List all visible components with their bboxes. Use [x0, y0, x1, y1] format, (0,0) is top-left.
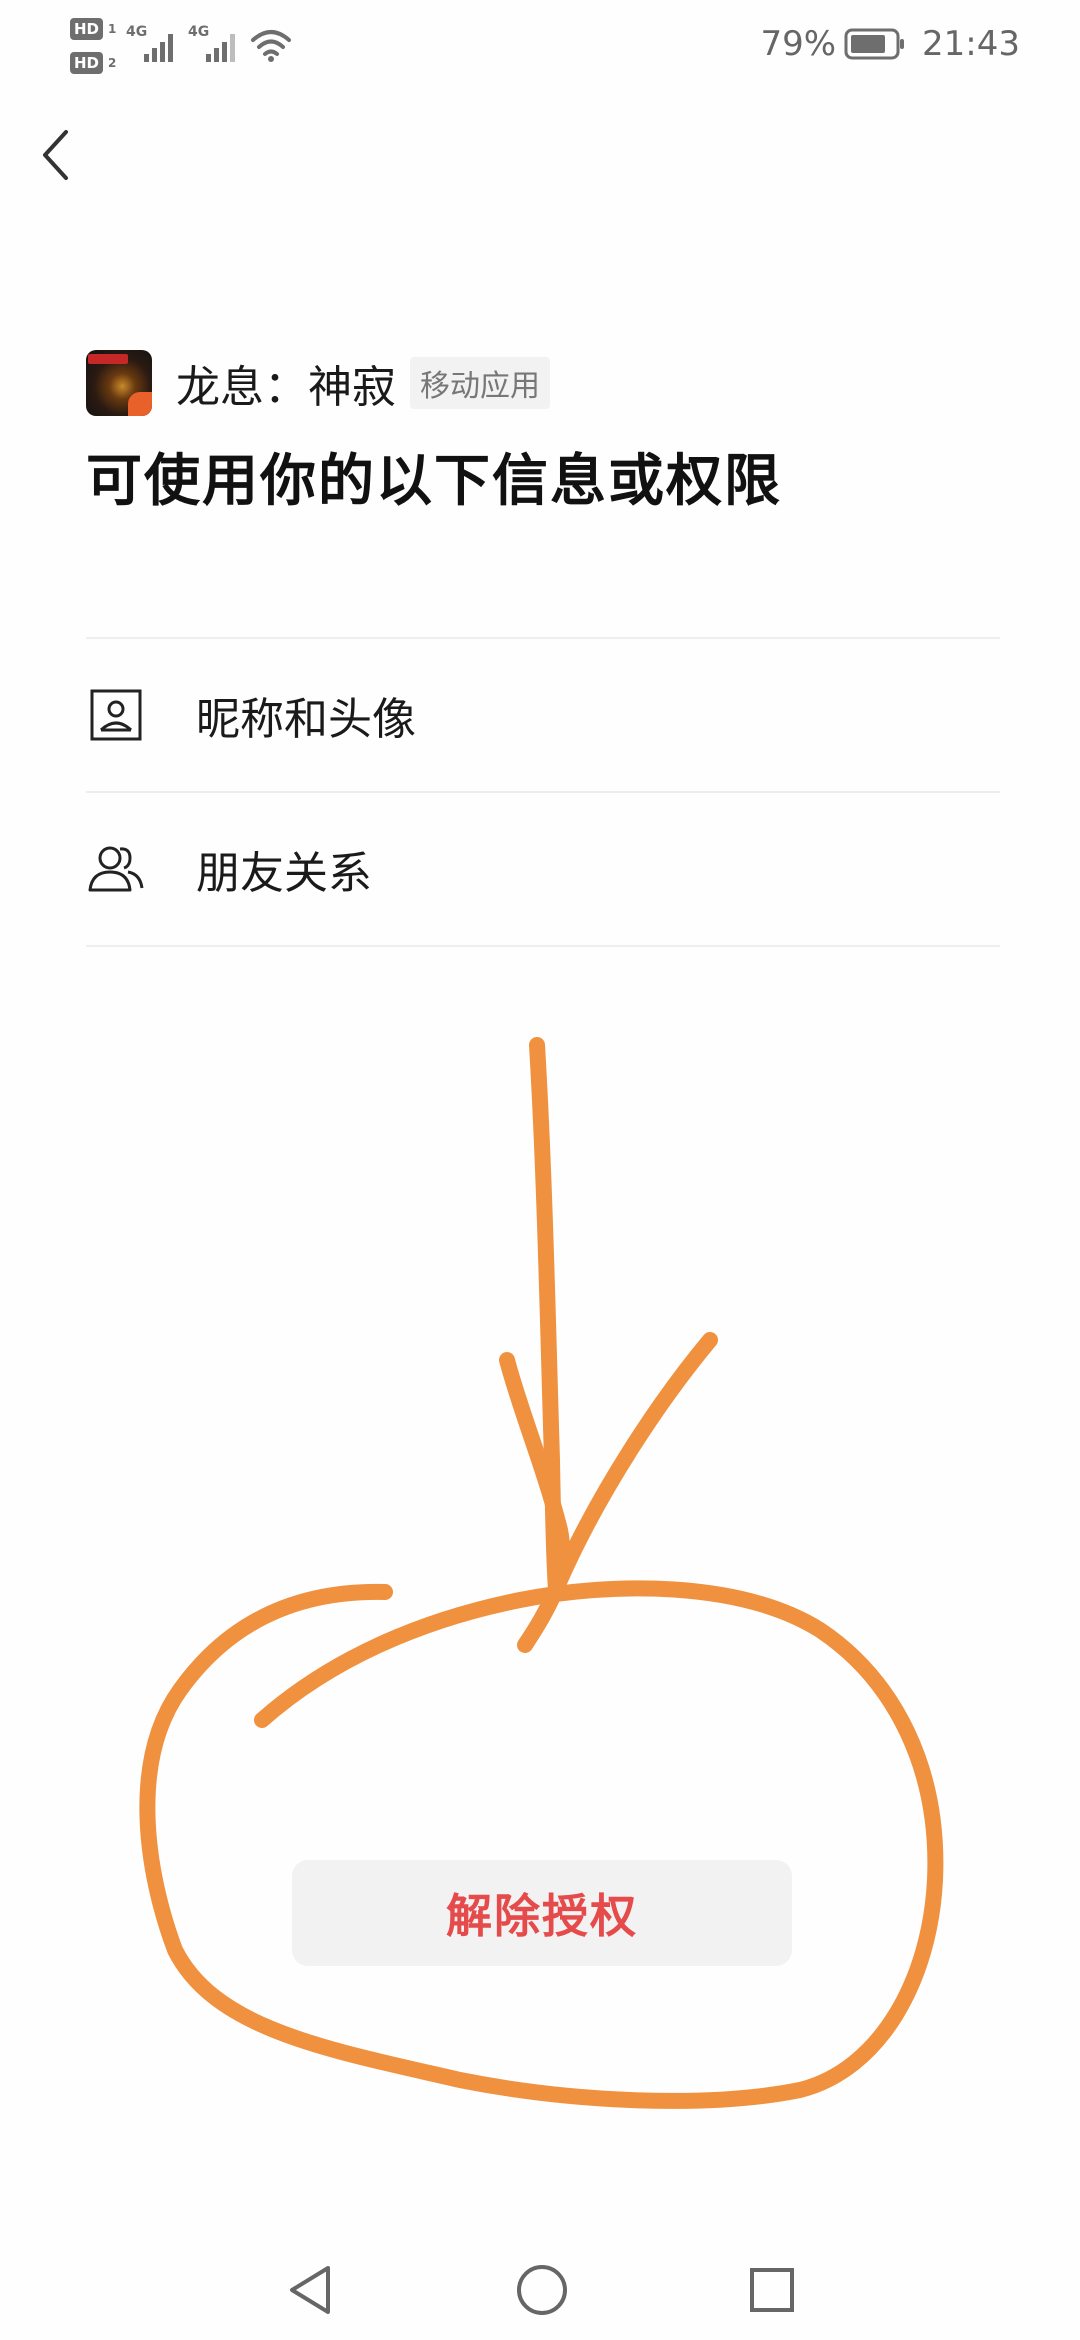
revoke-authorization-button[interactable]: 解除授权 — [292, 1860, 792, 1966]
sim2-number: 2 — [108, 56, 117, 70]
chevron-left-icon — [43, 130, 68, 180]
app-name: 龙息：神寂 — [176, 362, 396, 413]
annotation-arrow-left-head — [499, 1352, 571, 1598]
permission-item-nickname-avatar[interactable]: 昵称和头像 — [86, 639, 1000, 793]
app-header: 龙息：神寂 移动应用 — [86, 350, 550, 416]
home-circle-icon — [517, 2265, 567, 2315]
page-title: 可使用你的以下信息或权限 — [86, 449, 782, 514]
wifi-icon — [251, 30, 291, 62]
back-triangle-icon — [290, 2266, 330, 2314]
battery-icon — [844, 28, 905, 60]
sim1-hd-badge: HD — [70, 18, 104, 40]
id-card-icon — [86, 685, 146, 745]
sim2-hd-badge: HD — [70, 52, 104, 74]
app-icon-corner — [128, 392, 152, 416]
back-button[interactable] — [30, 120, 80, 190]
signal-icon — [144, 34, 173, 62]
sim1-number: 1 — [108, 22, 117, 36]
permission-item-friends[interactable]: 朋友关系 — [86, 793, 1000, 947]
permission-label: 昵称和头像 — [196, 694, 416, 745]
nav-back-button[interactable] — [280, 2260, 340, 2320]
battery-percent: 79% — [760, 24, 837, 64]
permission-label: 朋友关系 — [196, 848, 372, 899]
app-icon-banner — [88, 354, 128, 364]
friends-icon — [86, 839, 146, 899]
signal-icon — [206, 34, 235, 62]
app-icon — [86, 350, 152, 416]
status-bar: HD 1 HD 2 4G 4G 79% 21:43 — [0, 0, 1080, 95]
status-right: 79% 21:43 — [760, 22, 1020, 66]
annotation-circle — [139, 1580, 944, 2109]
clock: 21:43 — [922, 24, 1020, 64]
app-type-tag: 移动应用 — [410, 357, 550, 409]
recents-square-icon — [750, 2268, 794, 2312]
navigation-bar — [0, 2240, 1080, 2340]
annotation-arrow-shaft — [529, 1037, 564, 1598]
nav-recents-button[interactable] — [742, 2260, 802, 2320]
screen: HD 1 HD 2 4G 4G 79% 21:43 龙息：神寂 移动应用 可使用… — [0, 0, 1080, 2340]
annotation-arrow-right-head — [517, 1332, 718, 1653]
nav-home-button[interactable] — [512, 2260, 572, 2320]
permission-list: 昵称和头像 朋友关系 — [86, 637, 1000, 947]
